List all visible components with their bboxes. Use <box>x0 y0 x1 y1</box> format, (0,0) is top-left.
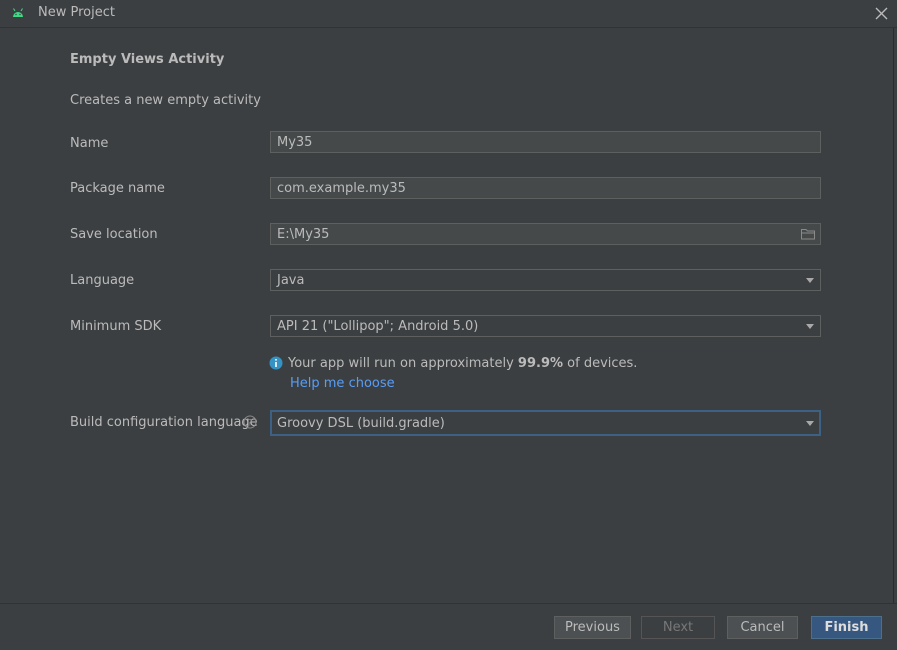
save-location-label: Save location <box>70 227 158 242</box>
cancel-button[interactable]: Cancel <box>727 616 798 639</box>
device-coverage-text: Your app will run on approximately 99.9%… <box>288 356 637 371</box>
language-dropdown[interactable]: Java <box>270 269 821 291</box>
scrollbar-track <box>893 28 894 603</box>
close-icon[interactable] <box>874 6 889 21</box>
template-description: Creates a new empty activity <box>70 93 261 108</box>
svg-text:?: ? <box>248 419 253 429</box>
language-label: Language <box>70 273 135 288</box>
android-icon <box>13 8 23 17</box>
coverage-percent: 99.9% <box>517 356 564 371</box>
save-location-input[interactable]: E:\My35 <box>270 223 821 245</box>
dialog-footer: Previous Next Cancel Finish <box>0 603 897 650</box>
chevron-down-icon <box>806 278 814 283</box>
min-sdk-value: API 21 ("Lollipop"; Android 5.0) <box>277 319 479 334</box>
folder-icon[interactable] <box>801 228 815 240</box>
finish-button[interactable]: Finish <box>811 616 882 639</box>
next-button[interactable]: Next <box>641 616 715 639</box>
min-sdk-dropdown[interactable]: API 21 ("Lollipop"; Android 5.0) <box>270 315 821 337</box>
coverage-suffix: of devices. <box>563 356 638 371</box>
help-me-choose-link[interactable]: Help me choose <box>290 376 395 391</box>
build-config-label: Build configuration language <box>70 415 258 430</box>
help-question-icon[interactable]: ? <box>243 415 257 429</box>
build-config-value: Groovy DSL (build.gradle) <box>277 416 445 431</box>
title-bar: New Project <box>0 0 897 28</box>
package-name-value: com.example.my35 <box>277 181 406 196</box>
previous-button[interactable]: Previous <box>554 616 631 639</box>
package-name-label: Package name <box>70 181 165 196</box>
chevron-down-icon <box>806 324 814 329</box>
min-sdk-label: Minimum SDK <box>70 319 162 334</box>
package-name-input[interactable]: com.example.my35 <box>270 177 821 199</box>
save-location-value: E:\My35 <box>277 227 330 242</box>
window-title: New Project <box>38 5 115 20</box>
coverage-prefix: Your app will run on approximately <box>288 356 518 371</box>
build-config-dropdown[interactable]: Groovy DSL (build.gradle) <box>270 410 821 436</box>
chevron-down-icon <box>806 421 814 426</box>
name-value: My35 <box>277 135 313 150</box>
name-input[interactable]: My35 <box>270 131 821 153</box>
template-heading: Empty Views Activity <box>70 52 225 67</box>
language-value: Java <box>277 273 305 288</box>
name-label: Name <box>70 136 109 151</box>
info-icon <box>269 356 283 370</box>
